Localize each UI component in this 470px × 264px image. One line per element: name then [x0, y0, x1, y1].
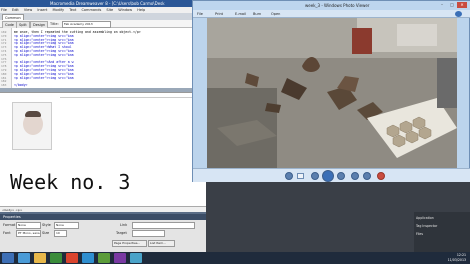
dreamweaver-window: Macromedia Dreamweaver 8 - [C:\Users\bob… [0, 0, 206, 252]
photo-viewer-titlebar: week_3 - Windows Photo Viewer – □ ✕ [193, 1, 470, 10]
pv-menu-file[interactable]: File [197, 10, 203, 18]
week-heading: Week no. 3 [10, 170, 131, 194]
delete-icon[interactable] [377, 172, 385, 180]
slideshow-icon[interactable] [322, 170, 334, 182]
menu-text[interactable]: Text [69, 8, 76, 12]
hair-shape [25, 111, 41, 117]
properties-header[interactable]: Properties [0, 214, 206, 220]
menu-insert[interactable]: Insert [37, 8, 47, 12]
code-line[interactable]: <p align="center"><img src="ima [14, 53, 74, 57]
media-icon[interactable] [50, 253, 62, 263]
document-toolbar: Code Split Design Title: Fab Academy 201… [0, 20, 206, 29]
font-label: Font [3, 231, 11, 235]
panel-application[interactable]: Application [416, 216, 434, 220]
style-select[interactable]: None [54, 222, 79, 229]
menu-help[interactable]: Help [137, 8, 145, 12]
previous-icon[interactable] [311, 172, 319, 180]
menu-modify[interactable]: Modify [53, 8, 65, 12]
menu-commands[interactable]: Commands [81, 8, 101, 12]
maximize-button[interactable]: □ [447, 2, 457, 8]
pv-menu-print[interactable]: Print [215, 10, 223, 18]
menu-window[interactable]: Window [118, 8, 132, 12]
rotate-right-icon[interactable] [363, 172, 371, 180]
code-line[interactable]: <p align="center"><img src="ima [14, 76, 74, 80]
title-input[interactable]: Fab Academy 2013 [62, 21, 111, 28]
minimize-button[interactable]: – [437, 2, 447, 8]
insert-bar: Common [0, 13, 206, 21]
panel-tag-inspector[interactable]: Tag Inspector [416, 224, 437, 228]
pv-menu-email[interactable]: E-mail [235, 10, 246, 18]
photo-viewer-title: week_3 - Windows Photo Viewer [305, 3, 370, 8]
link-input[interactable] [132, 222, 195, 229]
style-label: Style [42, 223, 51, 227]
size-select[interactable]: 10 [54, 230, 67, 237]
explorer-icon[interactable] [34, 253, 46, 263]
dreamweaver-title: Macromedia Dreamweaver 8 - [C:\Users\bob… [50, 1, 165, 6]
pv-menu-burn[interactable]: Burn [253, 10, 261, 18]
taskbar: 12:21 11/03/2013 [0, 252, 470, 264]
rotate-left-icon[interactable] [351, 172, 359, 180]
photo-viewer-controls [193, 168, 470, 182]
app-icon-3[interactable] [114, 253, 126, 263]
app-icon-2[interactable] [82, 253, 94, 263]
workshop-photo [207, 18, 457, 168]
clock-date: 11/03/2013 [447, 258, 466, 262]
dreamweaver-titlebar: Macromedia Dreamweaver 8 - [C:\Users\bob… [0, 0, 206, 7]
help-icon[interactable] [455, 11, 462, 17]
panel-group: Application Tag Inspector Files [414, 212, 470, 252]
ie-icon[interactable] [18, 253, 30, 263]
panel-files[interactable]: Files [416, 232, 423, 236]
properties-panel: Properties Format None Style None Font P… [0, 212, 206, 252]
photo-viewer-menubar: File Print E-mail Burn Open [193, 10, 470, 18]
next-icon[interactable] [337, 172, 345, 180]
font-select[interactable]: PT Mono, sans-s [16, 230, 41, 237]
format-select[interactable]: None [16, 222, 41, 229]
list-item-button[interactable]: List Item... [148, 240, 175, 247]
page-properties-button[interactable]: Page Properties... [112, 240, 147, 247]
zoom-icon[interactable] [285, 172, 293, 180]
displayed-photo [207, 18, 457, 168]
start-button-icon[interactable] [2, 253, 14, 263]
photo-viewer-taskbar-icon[interactable] [130, 253, 142, 263]
target-label: Target [116, 231, 127, 235]
menu-view[interactable]: View [24, 8, 32, 12]
line-number: 183 [1, 83, 7, 88]
pv-menu-open[interactable]: Open [271, 10, 280, 18]
dreamweaver-taskbar-icon[interactable] [98, 253, 110, 263]
menu-site[interactable]: Site [106, 8, 113, 12]
title-label: Title: [50, 22, 59, 26]
link-label: Link [120, 223, 128, 227]
menu-edit[interactable]: Edit [12, 8, 19, 12]
app-icon[interactable] [66, 253, 78, 263]
profile-photo [12, 102, 52, 150]
code-line[interactable]: </body> [14, 83, 27, 87]
menu-file[interactable]: File [1, 8, 7, 12]
target-select[interactable] [132, 230, 165, 237]
system-clock[interactable]: 12:21 11/03/2013 [448, 253, 466, 263]
divider [60, 97, 204, 98]
close-button[interactable]: ✕ [457, 2, 467, 8]
actual-size-icon[interactable] [297, 173, 304, 179]
photo-viewer-window: week_3 - Windows Photo Viewer – □ ✕ File… [192, 0, 470, 182]
code-view[interactable]: 169 me once, then I repeated the cutting … [0, 28, 206, 88]
size-label: Size [42, 231, 50, 235]
format-label: Format [3, 223, 16, 227]
